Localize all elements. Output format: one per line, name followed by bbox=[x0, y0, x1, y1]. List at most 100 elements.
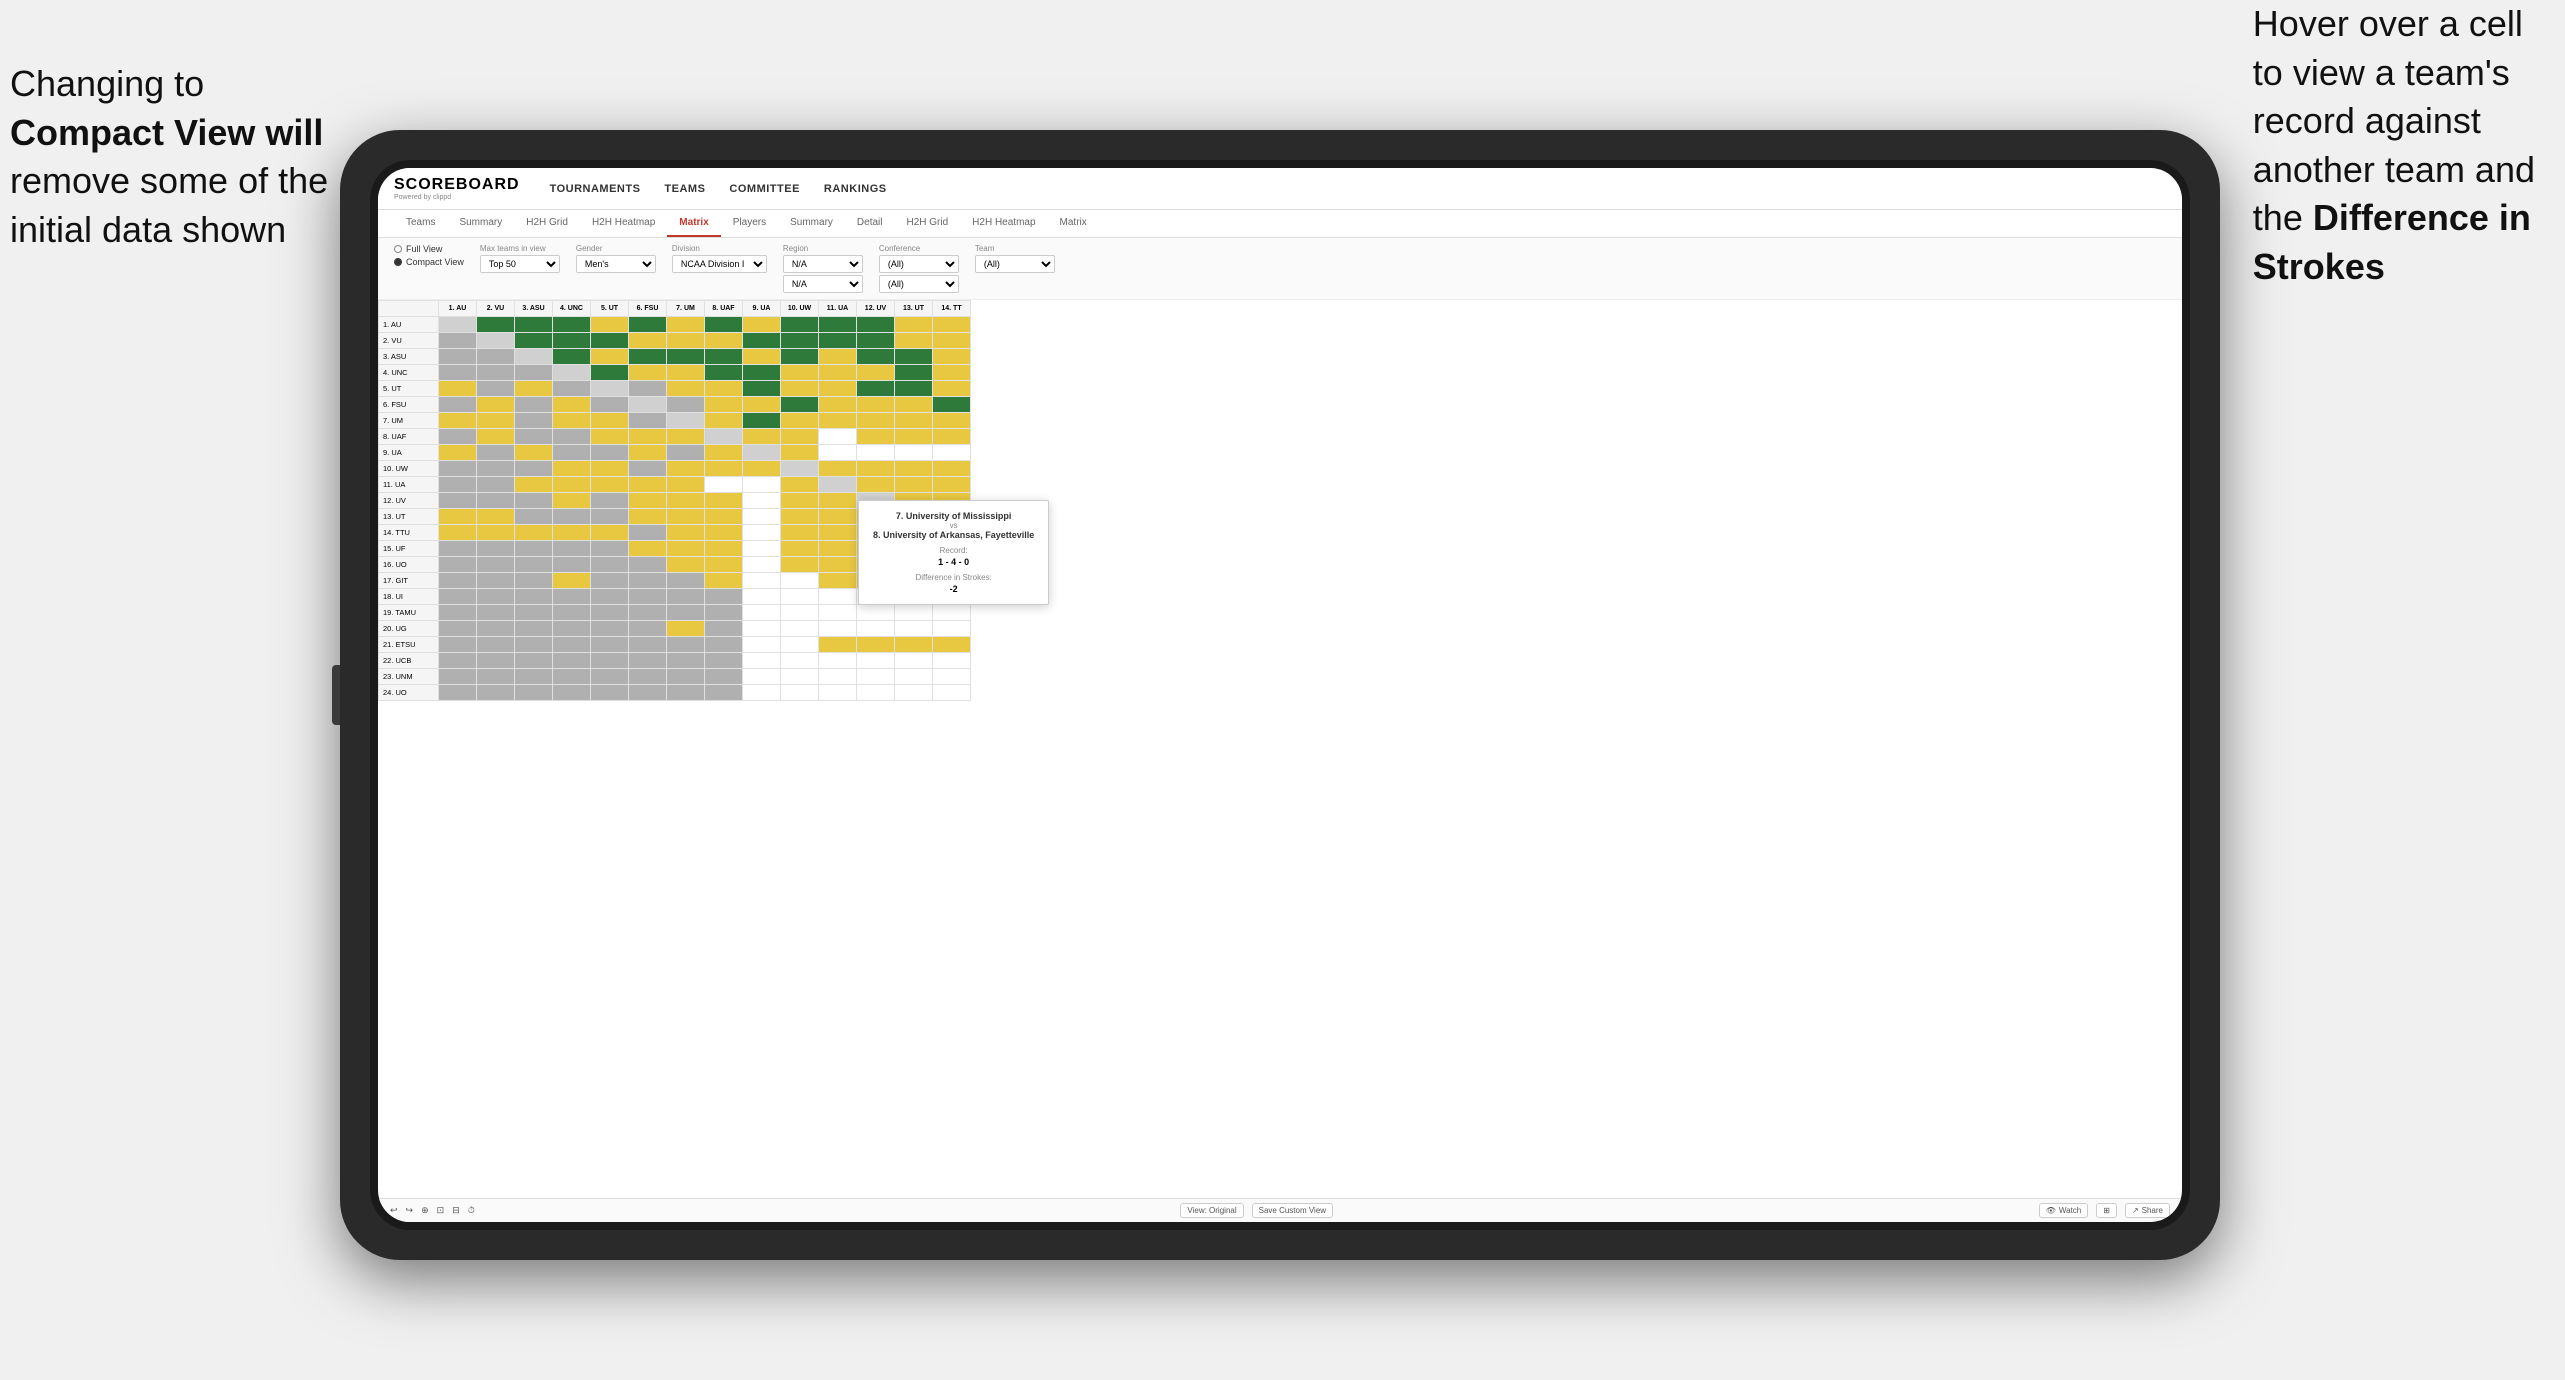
matrix-cell-8-1[interactable] bbox=[477, 445, 515, 461]
matrix-cell-15-3[interactable] bbox=[553, 557, 591, 573]
matrix-cell-8-7[interactable] bbox=[705, 445, 743, 461]
matrix-cell-5-2[interactable] bbox=[515, 397, 553, 413]
matrix-cell-18-2[interactable] bbox=[515, 605, 553, 621]
matrix-cell-19-10[interactable] bbox=[819, 621, 857, 637]
matrix-cell-20-12[interactable] bbox=[895, 637, 933, 653]
matrix-cell-14-4[interactable] bbox=[591, 541, 629, 557]
toolbar-icon-4[interactable]: ⏱ bbox=[468, 1205, 475, 1216]
matrix-cell-1-6[interactable] bbox=[667, 333, 705, 349]
matrix-cell-12-1[interactable] bbox=[477, 509, 515, 525]
matrix-cell-1-1[interactable] bbox=[477, 333, 515, 349]
matrix-cell-21-10[interactable] bbox=[819, 653, 857, 669]
matrix-cell-17-5[interactable] bbox=[629, 589, 667, 605]
matrix-cell-22-3[interactable] bbox=[553, 669, 591, 685]
matrix-cell-22-13[interactable] bbox=[933, 669, 971, 685]
matrix-cell-18-11[interactable] bbox=[857, 605, 895, 621]
matrix-cell-16-8[interactable] bbox=[743, 573, 781, 589]
matrix-cell-21-4[interactable] bbox=[591, 653, 629, 669]
matrix-cell-19-12[interactable] bbox=[895, 621, 933, 637]
matrix-cell-23-12[interactable] bbox=[895, 685, 933, 701]
matrix-cell-13-4[interactable] bbox=[591, 525, 629, 541]
matrix-cell-8-2[interactable] bbox=[515, 445, 553, 461]
matrix-cell-3-12[interactable] bbox=[895, 365, 933, 381]
matrix-cell-3-9[interactable] bbox=[781, 365, 819, 381]
save-custom-button[interactable]: Save Custom View bbox=[1252, 1203, 1333, 1218]
matrix-cell-9-12[interactable] bbox=[895, 461, 933, 477]
matrix-cell-7-3[interactable] bbox=[553, 429, 591, 445]
matrix-cell-11-5[interactable] bbox=[629, 493, 667, 509]
matrix-cell-3-13[interactable] bbox=[933, 365, 971, 381]
matrix-cell-23-13[interactable] bbox=[933, 685, 971, 701]
matrix-cell-11-1[interactable] bbox=[477, 493, 515, 509]
matrix-cell-19-1[interactable] bbox=[477, 621, 515, 637]
matrix-cell-5-8[interactable] bbox=[743, 397, 781, 413]
matrix-cell-0-0[interactable] bbox=[439, 317, 477, 333]
matrix-cell-9-3[interactable] bbox=[553, 461, 591, 477]
watch-button[interactable]: 👁 Watch bbox=[2039, 1203, 2089, 1218]
matrix-cell-7-8[interactable] bbox=[743, 429, 781, 445]
matrix-cell-1-11[interactable] bbox=[857, 333, 895, 349]
matrix-cell-5-6[interactable] bbox=[667, 397, 705, 413]
matrix-cell-2-13[interactable] bbox=[933, 349, 971, 365]
compact-view-radio[interactable]: Compact View bbox=[394, 257, 464, 267]
matrix-cell-20-8[interactable] bbox=[743, 637, 781, 653]
matrix-cell-23-6[interactable] bbox=[667, 685, 705, 701]
matrix-cell-10-0[interactable] bbox=[439, 477, 477, 493]
matrix-cell-22-1[interactable] bbox=[477, 669, 515, 685]
matrix-cell-0-2[interactable] bbox=[515, 317, 553, 333]
matrix-cell-12-2[interactable] bbox=[515, 509, 553, 525]
matrix-cell-15-2[interactable] bbox=[515, 557, 553, 573]
matrix-cell-10-6[interactable] bbox=[667, 477, 705, 493]
matrix-cell-4-11[interactable] bbox=[857, 381, 895, 397]
matrix-cell-10-2[interactable] bbox=[515, 477, 553, 493]
matrix-cell-5-0[interactable] bbox=[439, 397, 477, 413]
matrix-cell-3-1[interactable] bbox=[477, 365, 515, 381]
redo-icon[interactable]: ↪ bbox=[406, 1205, 414, 1216]
matrix-cell-17-0[interactable] bbox=[439, 589, 477, 605]
matrix-cell-13-2[interactable] bbox=[515, 525, 553, 541]
matrix-cell-5-7[interactable] bbox=[705, 397, 743, 413]
matrix-cell-22-11[interactable] bbox=[857, 669, 895, 685]
subnav-h2h-grid1[interactable]: H2H Grid bbox=[514, 210, 580, 237]
matrix-cell-9-8[interactable] bbox=[743, 461, 781, 477]
matrix-cell-12-0[interactable] bbox=[439, 509, 477, 525]
matrix-cell-15-10[interactable] bbox=[819, 557, 857, 573]
nav-teams[interactable]: TEAMS bbox=[664, 183, 705, 195]
matrix-cell-12-10[interactable] bbox=[819, 509, 857, 525]
matrix-cell-23-8[interactable] bbox=[743, 685, 781, 701]
matrix-cell-0-9[interactable] bbox=[781, 317, 819, 333]
matrix-cell-16-9[interactable] bbox=[781, 573, 819, 589]
matrix-cell-8-12[interactable] bbox=[895, 445, 933, 461]
matrix-cell-15-8[interactable] bbox=[743, 557, 781, 573]
matrix-cell-2-4[interactable] bbox=[591, 349, 629, 365]
matrix-cell-20-1[interactable] bbox=[477, 637, 515, 653]
matrix-cell-1-0[interactable] bbox=[439, 333, 477, 349]
matrix-cell-2-6[interactable] bbox=[667, 349, 705, 365]
grid-button[interactable]: ⊞ bbox=[2096, 1203, 2117, 1218]
matrix-cell-8-3[interactable] bbox=[553, 445, 591, 461]
matrix-cell-13-8[interactable] bbox=[743, 525, 781, 541]
matrix-cell-6-11[interactable] bbox=[857, 413, 895, 429]
matrix-cell-12-8[interactable] bbox=[743, 509, 781, 525]
matrix-cell-3-0[interactable] bbox=[439, 365, 477, 381]
matrix-cell-16-6[interactable] bbox=[667, 573, 705, 589]
matrix-cell-18-1[interactable] bbox=[477, 605, 515, 621]
matrix-cell-3-3[interactable] bbox=[553, 365, 591, 381]
matrix-cell-2-5[interactable] bbox=[629, 349, 667, 365]
matrix-cell-3-4[interactable] bbox=[591, 365, 629, 381]
matrix-cell-1-3[interactable] bbox=[553, 333, 591, 349]
matrix-cell-21-1[interactable] bbox=[477, 653, 515, 669]
matrix-cell-9-7[interactable] bbox=[705, 461, 743, 477]
matrix-cell-20-4[interactable] bbox=[591, 637, 629, 653]
matrix-cell-0-1[interactable] bbox=[477, 317, 515, 333]
subnav-summary2[interactable]: Summary bbox=[778, 210, 845, 237]
matrix-cell-22-5[interactable] bbox=[629, 669, 667, 685]
matrix-cell-5-3[interactable] bbox=[553, 397, 591, 413]
matrix-cell-10-1[interactable] bbox=[477, 477, 515, 493]
matrix-cell-8-5[interactable] bbox=[629, 445, 667, 461]
matrix-cell-9-4[interactable] bbox=[591, 461, 629, 477]
matrix-cell-22-2[interactable] bbox=[515, 669, 553, 685]
view-original-button[interactable]: View: Original bbox=[1180, 1203, 1243, 1218]
matrix-cell-4-8[interactable] bbox=[743, 381, 781, 397]
matrix-cell-8-10[interactable] bbox=[819, 445, 857, 461]
